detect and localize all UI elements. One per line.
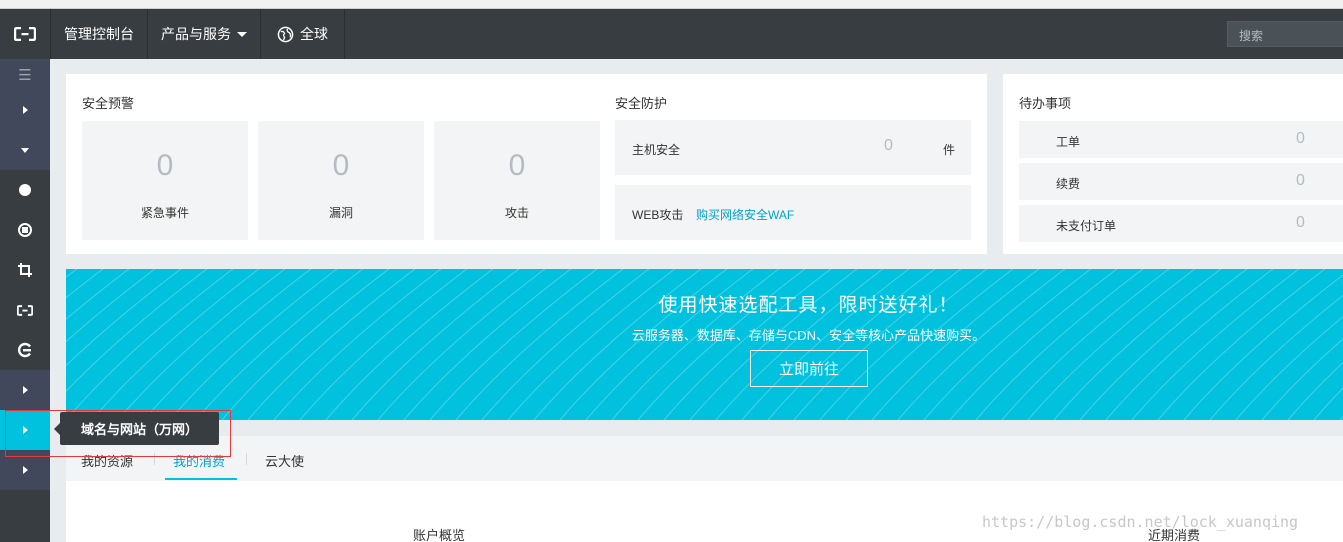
todo-unpaid-row[interactable]: 未支付订单 0	[1019, 205, 1343, 242]
sidebar-group-3[interactable]	[0, 370, 50, 410]
security-protection-title: 安全防护	[615, 96, 668, 111]
security-card: 安全预警 0 紧急事件 0 漏洞 0 攻击 安全防护 主机安全 0 件 WEB攻…	[66, 74, 987, 254]
promo-banner: 使用快速选配工具，限时送好礼！ 云服务器、数据库、存储与CDN、安全等核心产品快…	[66, 269, 1343, 420]
web-attack-label: WEB攻击	[632, 208, 684, 222]
stat-vulnerability[interactable]: 0 漏洞	[258, 121, 424, 240]
banner-subtitle: 云服务器、数据库、存储与CDN、安全等核心产品快速购买。	[631, 328, 986, 343]
crop-icon	[18, 263, 32, 277]
sidebar-toggle[interactable]: ☰	[0, 59, 50, 90]
stat-emergency[interactable]: 0 紧急事件	[82, 121, 248, 240]
sidebar-item-rds[interactable]	[0, 210, 50, 250]
stat-value: 0	[508, 149, 526, 182]
region-selector[interactable]: 全球	[260, 9, 345, 59]
sidebar-item-cdn[interactable]	[0, 330, 50, 370]
stat-label: 漏洞	[328, 206, 353, 220]
host-security-row[interactable]: 主机安全 0 件	[615, 120, 971, 175]
sidebar-item-ecs[interactable]	[0, 170, 50, 210]
todo-value: 0	[1296, 172, 1305, 189]
sidebar-group-1[interactable]	[0, 90, 50, 130]
todo-label: 未支付订单	[1056, 219, 1117, 233]
console-home-link[interactable]: 管理控制台	[50, 9, 147, 59]
top-nav-bar: 管理控制台 产品与服务 全球 搜索	[0, 9, 1343, 59]
sidebar-group-2[interactable]	[0, 130, 50, 170]
todo-value: 0	[1296, 214, 1305, 231]
products-services-menu[interactable]: 产品与服务	[147, 9, 260, 59]
sidebar: ☰	[0, 59, 50, 542]
chevron-right-icon	[22, 386, 28, 394]
todo-value: 0	[1296, 130, 1305, 147]
database-icon	[18, 223, 32, 237]
region-label: 全球	[300, 26, 328, 42]
spending-panel: 账户概览 近期消费	[66, 481, 1343, 542]
globe-icon	[277, 26, 294, 42]
todo-renew-row[interactable]: 续费 0	[1019, 163, 1343, 200]
buy-waf-link[interactable]: 购买网络安全WAF	[696, 206, 794, 223]
browser-chrome-strip	[0, 0, 1343, 9]
aliyun-logo-icon[interactable]	[0, 9, 50, 59]
stat-value: 0	[332, 149, 350, 182]
chevron-down-icon	[237, 31, 247, 37]
todo-label: 续费	[1056, 177, 1081, 191]
search-input[interactable]: 搜索	[1227, 21, 1343, 47]
watermark: https://blog.csdn.net/lock_xuanqing	[982, 513, 1299, 531]
stat-attack[interactable]: 0 攻击	[434, 121, 600, 240]
host-security-label: 主机安全	[632, 143, 681, 157]
sidebar-item-aliyun[interactable]	[0, 290, 50, 330]
host-security-unit: 件	[943, 143, 956, 157]
todo-card: 待办事项 工单 0 续费 0 未支付订单 0	[1003, 74, 1343, 254]
active-tab-indicator	[165, 478, 237, 480]
account-overview-heading: 账户概览	[413, 528, 466, 542]
aliyun-small-icon	[17, 304, 33, 316]
products-services-label: 产品与服务	[161, 26, 231, 42]
stat-label: 攻击	[504, 206, 529, 220]
highlight-box	[5, 410, 231, 457]
web-attack-row: WEB攻击 购买网络安全WAF	[615, 185, 971, 240]
cdn-icon	[18, 342, 31, 358]
bottom-tabs: 我的资源 我的消费 云大使	[66, 436, 1343, 481]
stat-value: 0	[156, 149, 174, 182]
chevron-right-icon	[22, 106, 28, 114]
menu-icon: ☰	[18, 66, 32, 84]
host-security-value: 0	[884, 137, 893, 154]
tab-cloud-ambassador[interactable]: 云大使	[265, 451, 304, 470]
circle-icon	[19, 184, 31, 196]
chevron-right-icon	[22, 466, 28, 474]
todo-label: 工单	[1056, 135, 1081, 149]
tab-divider	[246, 453, 247, 465]
chevron-down-icon	[21, 147, 29, 153]
security-alert-title: 安全预警	[82, 96, 135, 111]
banner-title: 使用快速选配工具，限时送好礼！	[658, 295, 959, 316]
todo-title: 待办事项	[1019, 96, 1072, 111]
sidebar-item-oss[interactable]	[0, 250, 50, 290]
todo-ticket-row[interactable]: 工单 0	[1019, 121, 1343, 158]
banner-go-button[interactable]: 立即前往	[750, 350, 868, 387]
stat-label: 紧急事件	[140, 206, 189, 220]
